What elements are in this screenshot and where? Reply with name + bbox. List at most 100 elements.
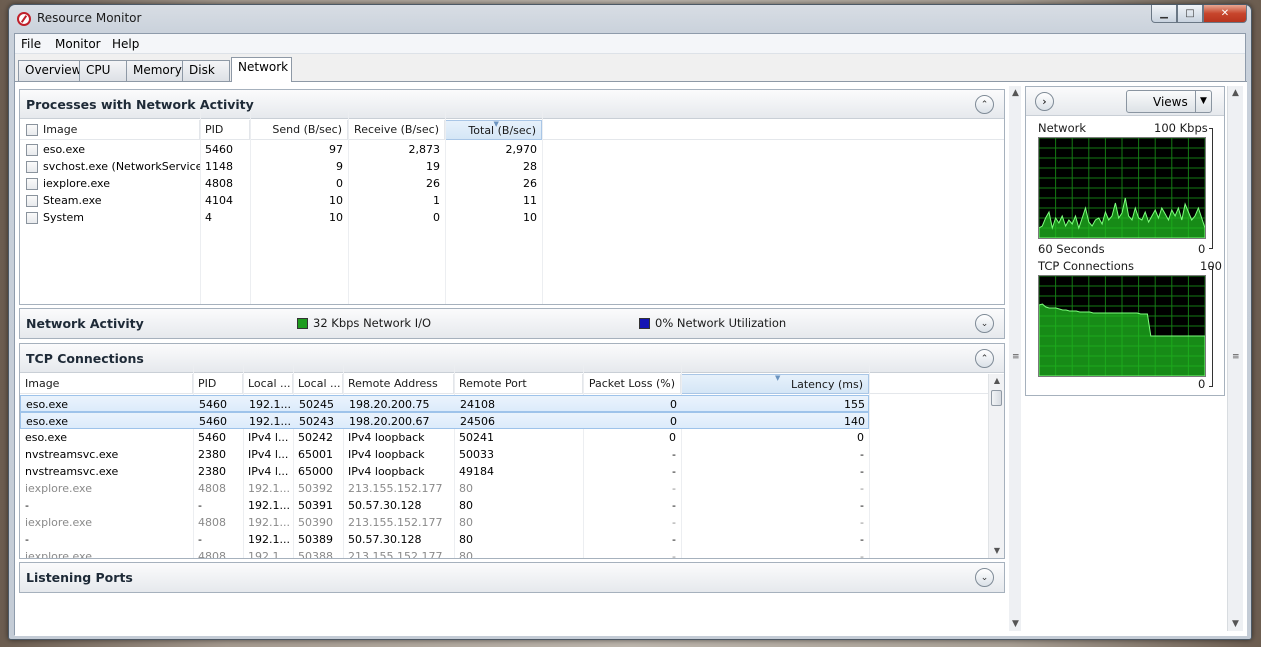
cell-receive: 0 <box>433 211 440 224</box>
table-row[interactable]: iexplore.exe 4808 192.1... 50388 213.155.152… <box>20 548 869 558</box>
tab-network[interactable]: Network <box>231 57 292 82</box>
table-row[interactable]: eso.exe 5460 192.1... 50243 198.20.200.67 245… <box>20 412 869 429</box>
network-io-legend-icon <box>297 318 308 329</box>
minimize-button[interactable]: ▁ <box>1151 5 1177 23</box>
table-row[interactable]: nvstreamsvc.exe 2380 IPv4 l... 65000 IPv4 lo… <box>20 463 869 480</box>
table-row[interactable]: iexplore.exe 4808 0 26 26 <box>20 175 1004 192</box>
pane-scrollbar[interactable]: ▲ ≡ ▼ <box>1227 86 1243 631</box>
cell-remote-port: 80 <box>459 550 473 558</box>
table-row[interactable]: - - 192.1... 50391 50.57.30.128 80 - - <box>20 497 869 514</box>
chevron-down-icon[interactable]: ⌄ <box>975 568 994 587</box>
table-row[interactable]: System 4 10 0 10 <box>20 209 1004 226</box>
cell-latency: 155 <box>844 398 865 411</box>
scroll-down-icon[interactable]: ▼ <box>1012 619 1019 629</box>
cell-remote-address: 50.57.30.128 <box>348 499 422 512</box>
network-activity-section: Network Activity 32 Kbps Network I/O 0% … <box>19 308 1005 339</box>
cell-image: iexplore.exe <box>43 177 110 190</box>
cell-remote-address: 198.20.200.75 <box>349 398 430 411</box>
col-pid[interactable]: PID <box>200 120 250 140</box>
scroll-up-icon[interactable]: ▲ <box>990 374 1004 388</box>
maximize-button[interactable]: □ <box>1177 5 1203 23</box>
chevron-up-icon[interactable]: ⌃ <box>975 95 994 114</box>
row-checkbox[interactable] <box>26 195 38 207</box>
menu-monitor[interactable]: Monitor <box>55 37 101 51</box>
row-checkbox[interactable] <box>26 212 38 224</box>
menu-file[interactable]: File <box>21 37 41 51</box>
cell-local-port: 65000 <box>298 465 333 478</box>
table-row[interactable]: eso.exe 5460 192.1... 50245 198.20.200.75 241… <box>20 395 869 412</box>
views-label: Views <box>1153 95 1188 109</box>
col-receive[interactable]: Receive (B/sec) <box>348 120 445 140</box>
cell-remote-address: 50.57.30.128 <box>348 533 422 546</box>
scroll-up-icon[interactable]: ▲ <box>1232 88 1239 98</box>
cell-remote-port: 24108 <box>460 398 495 411</box>
cell-image: svchost.exe (NetworkService) <box>43 160 200 173</box>
scroll-down-icon[interactable]: ▼ <box>990 544 1004 558</box>
cell-image: nvstreamsvc.exe <box>25 448 119 461</box>
processes-section: Processes with Network Activity ⌃ Image … <box>19 89 1005 305</box>
tab-overview[interactable]: Overview <box>18 60 82 81</box>
table-row[interactable]: eso.exe 5460 97 2,873 2,970 <box>20 141 1004 158</box>
splitter-grip-icon[interactable]: ≡ <box>1012 352 1020 362</box>
title-bar[interactable]: Resource Monitor ▁ □ ✕ <box>9 5 1251 33</box>
panel-splitter[interactable]: ▲ ≡ ▼ <box>1009 86 1021 631</box>
table-row[interactable]: svchost.exe (NetworkService) 1148 9 19 28 <box>20 158 1004 175</box>
cell-receive: 19 <box>426 160 440 173</box>
cell-send: 10 <box>329 211 343 224</box>
cell-remote-address: IPv4 loopback <box>348 465 425 478</box>
cell-total: 26 <box>523 177 537 190</box>
processes-header[interactable]: Processes with Network Activity ⌃ <box>20 90 1004 119</box>
tab-cpu[interactable]: CPU <box>79 60 127 81</box>
cell-local-address: IPv4 l... <box>248 465 289 478</box>
dropdown-arrow-icon[interactable]: ▼ <box>1195 91 1211 112</box>
cell-pid: 4808 <box>198 516 226 529</box>
listening-ports-header[interactable]: Listening Ports ⌄ <box>20 563 1004 592</box>
tcp-graph-label: TCP Connections <box>1038 259 1135 273</box>
tcp-scrollbar[interactable]: ▲ ▼ <box>988 374 1004 558</box>
table-row[interactable]: iexplore.exe 4808 192.1... 50392 213.155.152… <box>20 480 869 497</box>
scroll-thumb[interactable] <box>991 390 1002 406</box>
cell-send: 9 <box>336 160 343 173</box>
scroll-up-icon[interactable]: ▲ <box>1012 88 1019 98</box>
cell-latency: - <box>860 516 864 529</box>
table-row[interactable]: Steam.exe 4104 10 1 11 <box>20 192 1004 209</box>
tab-memory[interactable]: Memory <box>126 60 183 81</box>
collapse-pane-icon[interactable]: › <box>1035 92 1054 111</box>
views-button[interactable]: Views ▼ <box>1126 90 1212 113</box>
row-checkbox[interactable] <box>26 161 38 173</box>
cell-local-port: 50389 <box>298 533 333 546</box>
network-graph-max: 100 Kbps <box>1154 121 1208 135</box>
table-row[interactable]: - - 192.1... 50389 50.57.30.128 80 - - <box>20 531 869 548</box>
tcp-rows: eso.exe 5460 192.1... 50245 198.20.200.75 241… <box>20 344 988 558</box>
network-tab-panel: Processes with Network Activity ⌃ Image … <box>15 82 1247 636</box>
col-send[interactable]: Send (B/sec) <box>250 120 348 140</box>
tcp-section: TCP Connections ⌃ Image PID Local ... Lo… <box>19 343 1005 559</box>
col-image[interactable]: Image <box>38 120 200 140</box>
scroll-down-icon[interactable]: ▼ <box>1232 619 1239 629</box>
table-row[interactable]: nvstreamsvc.exe 2380 IPv4 l... 65001 IPv4 lo… <box>20 446 869 463</box>
menu-help[interactable]: Help <box>112 37 139 51</box>
tab-disk[interactable]: Disk <box>182 60 230 81</box>
cell-pid: 4 <box>205 211 212 224</box>
col-total[interactable]: ▼ Total (B/sec) <box>445 120 542 140</box>
network-activity-header[interactable]: Network Activity 32 Kbps Network I/O 0% … <box>20 309 1004 338</box>
row-checkbox[interactable] <box>26 144 38 156</box>
table-row[interactable]: eso.exe 5460 IPv4 l... 50242 IPv4 loopback 50… <box>20 429 869 446</box>
splitter-grip-icon[interactable]: ≡ <box>1232 352 1240 362</box>
cell-image: - <box>25 499 29 512</box>
cell-packet-loss: - <box>672 448 676 461</box>
cell-packet-loss: 0 <box>669 431 676 444</box>
cell-total: 11 <box>523 194 537 207</box>
close-button[interactable]: ✕ <box>1203 5 1247 23</box>
graphs-pane: › Views ▼ Network 100 Kbps 60 Seconds 0 … <box>1025 86 1225 396</box>
cell-local-port: 50392 <box>298 482 333 495</box>
cell-image: iexplore.exe <box>25 482 92 495</box>
row-checkbox[interactable] <box>26 178 38 190</box>
menu-bar: File Monitor Help <box>15 34 1245 54</box>
table-row[interactable]: iexplore.exe 4808 192.1... 50390 213.155.152… <box>20 514 869 531</box>
cell-local-port: 50388 <box>298 550 333 558</box>
cell-remote-port: 80 <box>459 516 473 529</box>
select-all-checkbox[interactable] <box>26 124 38 136</box>
chevron-down-icon[interactable]: ⌄ <box>975 314 994 333</box>
cell-local-port: 65001 <box>298 448 333 461</box>
